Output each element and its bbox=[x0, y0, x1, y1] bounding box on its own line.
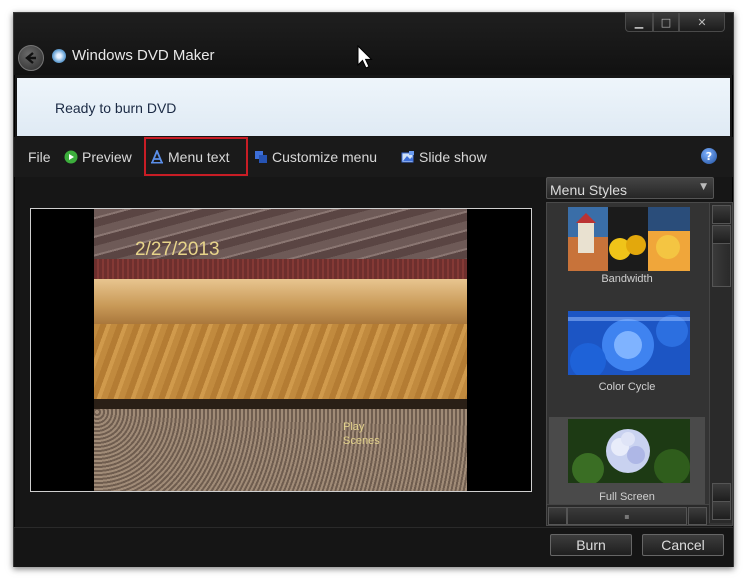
menu-styles-label: Menu Styles bbox=[550, 182, 628, 198]
play-icon bbox=[64, 150, 78, 164]
menu-text-button[interactable]: Menu text bbox=[150, 149, 229, 165]
carpet-image bbox=[94, 409, 467, 491]
maximize-button[interactable]: □ bbox=[653, 13, 679, 32]
horizontal-scroll-thumb[interactable]: ▪ bbox=[567, 507, 687, 525]
preview-button[interactable]: Preview bbox=[64, 149, 132, 165]
styles-horizontal-scrollbar[interactable]: ▪ bbox=[547, 504, 709, 525]
slide-show-icon bbox=[401, 151, 414, 163]
style-label-bandwidth: Bandwidth bbox=[601, 273, 653, 285]
slide-show-button[interactable]: Slide show bbox=[401, 149, 487, 165]
chevron-down-icon: ▼ bbox=[700, 182, 707, 192]
customize-menu-button[interactable]: Customize menu bbox=[254, 149, 377, 165]
preview-label: Preview bbox=[82, 149, 132, 165]
close-button[interactable]: ✕ bbox=[679, 13, 725, 32]
minimize-button[interactable]: ▁ bbox=[625, 13, 653, 32]
bottom-button-bar: Burn Cancel bbox=[14, 527, 733, 567]
customize-menu-label: Customize menu bbox=[272, 149, 378, 165]
burn-button[interactable]: Burn bbox=[550, 534, 632, 556]
scroll-up-button[interactable] bbox=[712, 205, 731, 224]
style-item-full-screen[interactable]: Full Screen bbox=[549, 417, 705, 517]
title-bar: ▁ □ ✕ Windows DVD Maker bbox=[14, 13, 733, 75]
file-menu[interactable]: File bbox=[28, 149, 51, 165]
bandwidth-thumbnail bbox=[568, 207, 690, 271]
menu-styles-panel: Bandwidth Color Cycle Full Screen ▪ bbox=[546, 202, 733, 526]
scroll-thumb[interactable] bbox=[712, 243, 731, 287]
wood-step-top bbox=[94, 324, 467, 404]
help-icon[interactable]: ? bbox=[701, 148, 717, 164]
back-arrow-glyph bbox=[25, 52, 36, 64]
menu-scenes-link[interactable]: Scenes bbox=[343, 435, 380, 447]
styles-vertical-scrollbar[interactable] bbox=[709, 203, 732, 523]
menu-styles-list: Bandwidth Color Cycle Full Screen bbox=[547, 203, 707, 517]
caption-buttons: ▁ □ ✕ bbox=[625, 13, 725, 32]
style-label-color-cycle: Color Cycle bbox=[598, 381, 656, 393]
menu-play-link[interactable]: Play bbox=[343, 421, 364, 433]
window-title: Windows DVD Maker bbox=[72, 47, 215, 64]
scroll-left-button[interactable] bbox=[548, 507, 567, 525]
scroll-right-button[interactable] bbox=[688, 507, 707, 525]
menu-preview: 2/27/2013 Play Scenes bbox=[30, 208, 532, 492]
style-label-full-screen: Full Screen bbox=[599, 491, 655, 503]
status-text: Ready to burn DVD bbox=[55, 100, 177, 116]
style-item-bandwidth[interactable]: Bandwidth bbox=[549, 205, 705, 305]
dvd-maker-window: ▁ □ ✕ Windows DVD Maker Ready to burn DV… bbox=[13, 12, 734, 567]
customize-menu-icon bbox=[255, 151, 267, 163]
scroll-track-upper[interactable] bbox=[712, 225, 731, 244]
menu-styles-dropdown[interactable]: Menu Styles ▼ bbox=[546, 177, 714, 199]
scroll-track-lower[interactable] bbox=[712, 483, 731, 502]
dvd-disc-icon bbox=[52, 49, 66, 63]
file-menu-label: File bbox=[28, 149, 51, 165]
scroll-down-button[interactable] bbox=[712, 501, 731, 520]
slide-show-label: Slide show bbox=[419, 149, 487, 165]
mouse-cursor-icon bbox=[357, 45, 373, 69]
style-item-color-cycle[interactable]: Color Cycle bbox=[549, 309, 705, 409]
status-banner: Ready to burn DVD bbox=[17, 78, 730, 136]
wood-step-edge bbox=[94, 279, 467, 324]
color-cycle-thumbnail bbox=[568, 311, 690, 375]
menu-text-icon bbox=[151, 150, 163, 164]
menu-title-text[interactable]: 2/27/2013 bbox=[135, 239, 220, 261]
back-arrow-icon[interactable] bbox=[18, 45, 44, 71]
menu-text-label: Menu text bbox=[168, 149, 230, 165]
full-screen-thumbnail bbox=[568, 419, 690, 483]
step-shadow bbox=[94, 399, 467, 409]
toolbar: File Preview Menu text Customize menu Sl… bbox=[14, 137, 733, 177]
cancel-button[interactable]: Cancel bbox=[642, 534, 724, 556]
